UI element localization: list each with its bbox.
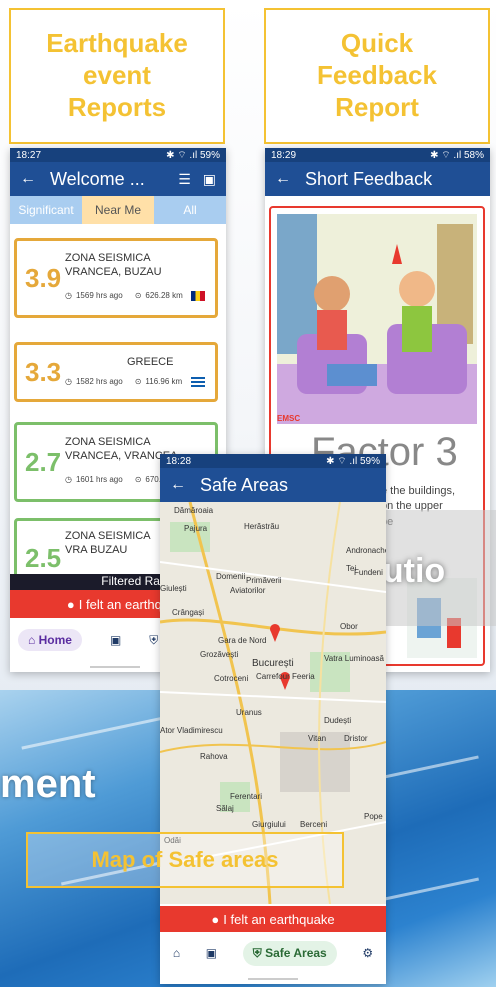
back-arrow-icon[interactable]: ← [170,476,186,494]
event-meta: ◷ 1601 hrs ago ⊙ 670.09 [65,475,170,484]
home-icon[interactable]: ⌂ [173,946,180,960]
page-title: Short Feedback [305,168,433,189]
magnitude: 3.3 [25,357,62,387]
magnitude: 2.7 [25,447,62,477]
emsc-logo: EMSC [277,414,301,423]
app-bar: ← Safe Areas [160,468,386,502]
element-text: ment [0,762,96,806]
magnitude: 2.5 [25,543,62,573]
earth-icon: ● [66,596,75,612]
status-bar: 18:29 ✱ ⌔ .ıl 58% [265,148,490,162]
clock-icon: ◷ [65,377,72,386]
nav-home[interactable]: ⌂ Home [18,629,82,651]
nav-safe-areas[interactable]: ⛨ Safe Areas [242,940,337,966]
safe-areas-label: Map of Safe areas [26,832,344,888]
page-title: Welcome ... [50,168,145,189]
clock-icon: ◷ [65,475,72,484]
back-arrow-icon[interactable]: ← [20,170,36,188]
event-place: ZONA SEISMICA VRANCEA, BUZAU [65,252,162,279]
event-meta: ◷ 1582 hrs ago ⊙ 116.96 km [65,377,183,386]
phone-safe-areas: 18:28 ✱ ⌔ .ıl 59% ← Safe Areas Dămăroaia … [160,454,386,984]
status-bar: 18:27 ✱ ⌔ .ıl 59% [10,148,226,162]
page-title: Safe Areas [200,474,289,495]
event-place: GREECE [127,356,174,368]
earthquake-reports-label: Earthquake event Reports [9,8,225,144]
clock-icon: ◷ [65,291,72,300]
illustration [277,214,477,424]
tab-near-me[interactable]: Near Me [82,196,154,224]
feedback-report-label: Quick Feedback Report [264,8,490,144]
location-pin-icon: ⊙ [134,377,142,386]
feedback-icon[interactable]: ▣ [206,946,217,960]
earth-icon: ● [211,911,220,927]
event-meta: ◷ 1569 hrs ago ⊙ 626.28 km [65,291,183,300]
home-icon: ⌂ [28,633,36,647]
status-bar: 18:28 ✱ ⌔ .ıl 59% [160,454,386,468]
back-arrow-icon[interactable]: ← [275,170,291,188]
feedback-icon[interactable]: ▣ [110,633,121,647]
event-tabs: Significant Near Me All [10,196,226,224]
flag-romania-icon [191,291,205,301]
location-pin-icon: ⊙ [134,291,142,300]
filter-icon[interactable]: ☰ [178,171,191,188]
event-card[interactable]: 3.3 GREECE ◷ 1582 hrs ago ⊙ 116.96 km [14,342,218,402]
bottom-nav: ⌂ ▣ ⛨ Safe Areas ⚙ [160,932,386,974]
magnitude: 3.9 [25,263,62,293]
shield-icon[interactable]: ⛨ [149,633,158,648]
felt-earthquake-button[interactable]: ● I felt an earthquake [160,906,386,932]
map-icon[interactable]: ▣ [203,171,216,188]
tab-significant[interactable]: Significant [10,196,82,224]
flag-greece-icon [191,377,205,387]
app-bar: ← Short Feedback [265,162,490,196]
location-pin-icon: ⊙ [134,475,142,484]
event-place: ZONA SEISMICA VRA BUZAU [65,530,150,557]
app-bar: ← Welcome ... ☰ ▣ [10,162,226,196]
shield-icon: ⛨ [252,945,262,960]
gear-icon[interactable]: ⚙ [362,946,373,960]
tab-all[interactable]: All [154,196,226,224]
event-card[interactable]: 3.9 ZONA SEISMICA VRANCEA, BUZAU ◷ 1569 h… [14,238,218,318]
